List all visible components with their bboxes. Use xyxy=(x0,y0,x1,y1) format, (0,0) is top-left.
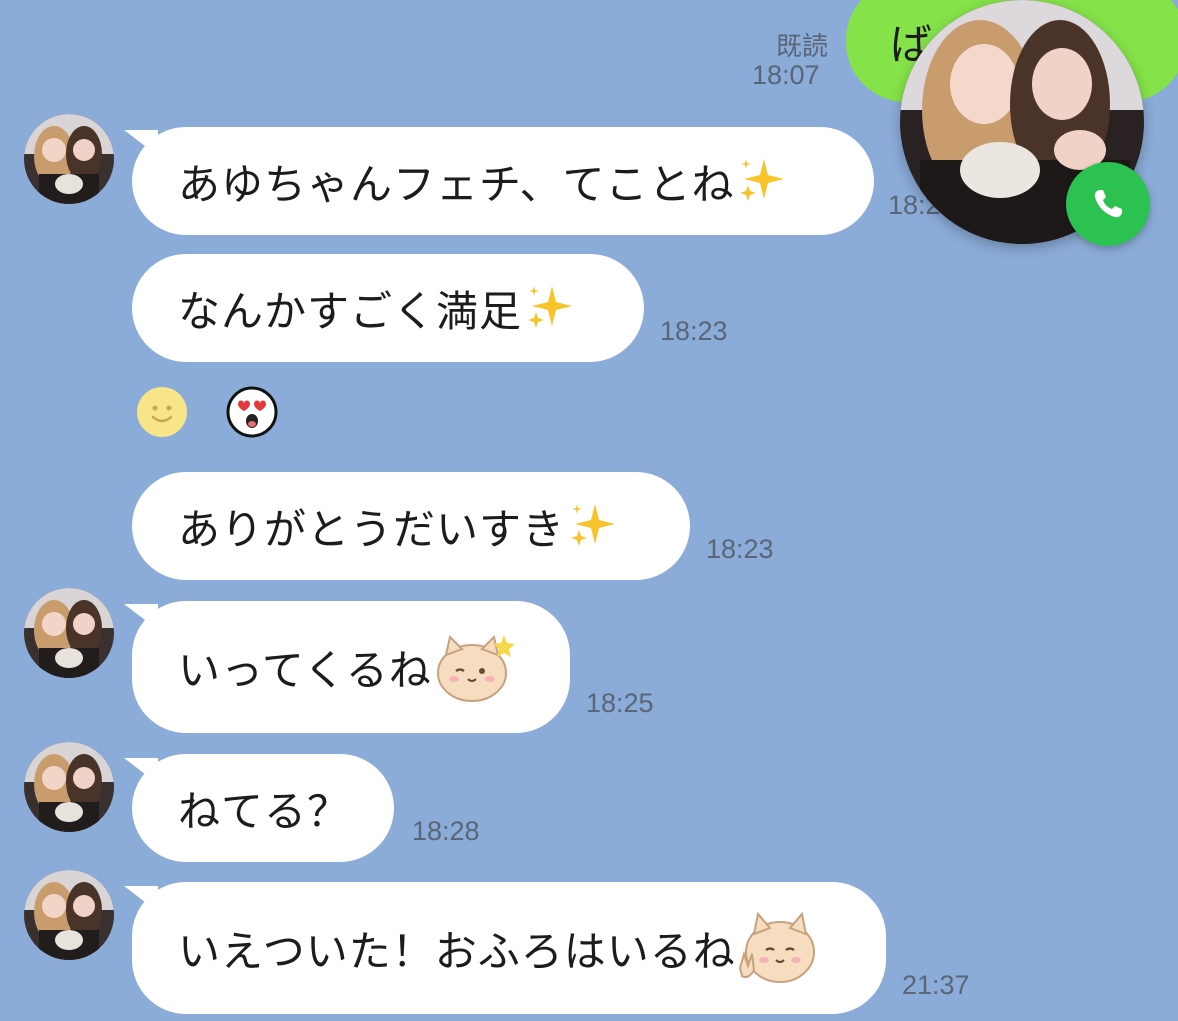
message-text: あゆちゃんフェチ、てことね xyxy=(178,159,735,209)
contact-avatar[interactable] xyxy=(24,742,114,832)
message-text: なんかすごく満足 xyxy=(178,286,523,336)
message-bubble[interactable]: ありがとうだいすき xyxy=(132,472,690,580)
smiley-face-icon xyxy=(137,387,187,437)
message-bubble[interactable]: いえついた！おふろはいるね xyxy=(132,882,886,1014)
message-time: 18:28 xyxy=(412,816,480,846)
read-status-label: 既読 xyxy=(776,32,829,62)
outgoing-message-time: 18:07 xyxy=(752,60,820,90)
cat-wink-sticker-icon xyxy=(436,635,515,702)
message-bubble[interactable]: あゆちゃんフェチ、てことね xyxy=(132,127,874,235)
contact-avatar[interactable] xyxy=(24,114,114,204)
contact-avatar[interactable] xyxy=(24,870,114,960)
message-time: 18:25 xyxy=(586,688,654,718)
message-bubble[interactable]: なんかすごく満足 xyxy=(132,254,644,362)
phone-icon xyxy=(1094,190,1122,218)
message-bubble[interactable]: いってくるね xyxy=(132,601,570,733)
message-text: ねてる？ xyxy=(178,786,351,836)
sparkles-icon xyxy=(571,504,616,546)
sparkles-icon xyxy=(740,159,785,201)
heart-eyes-face-icon xyxy=(226,386,278,438)
message-text: いえついた！おふろはいるね xyxy=(178,926,736,976)
sparkles-icon xyxy=(528,286,573,328)
message-time: 21:37 xyxy=(902,970,970,1000)
message-bubble[interactable]: ねてる？ xyxy=(132,754,394,862)
message-time: 18:23 xyxy=(706,534,774,564)
contact-avatar[interactable] xyxy=(24,588,114,678)
message-text: ありがとうだいすき xyxy=(178,504,566,554)
cat-peace-sticker-icon xyxy=(738,911,815,983)
chat-screen: 既読 18:07 ば あゆちゃんフェチ、てことね 18:2 なんかすごく満足 1… xyxy=(0,0,1178,1021)
call-button[interactable] xyxy=(1066,162,1150,246)
message-time: 18:23 xyxy=(660,316,728,346)
message-text: いってくるね xyxy=(178,645,432,695)
